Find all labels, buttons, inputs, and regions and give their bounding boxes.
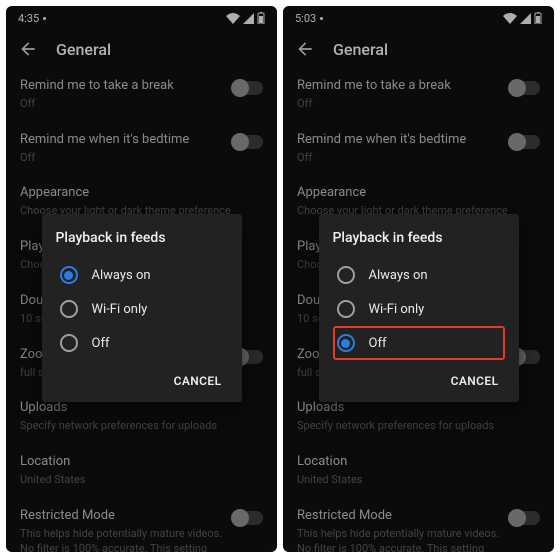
cancel-button[interactable]: CANCEL (168, 370, 228, 392)
dialog-title: Playback in feeds (56, 230, 228, 246)
phone-screen-right: 5:03 General Remind me to take a breakOf… (283, 6, 554, 552)
dialog-title: Playback in feeds (333, 230, 505, 246)
radio-label: Always on (92, 268, 151, 283)
radio-option-wifi[interactable]: Wi-Fi only (333, 292, 505, 326)
radio-icon (60, 266, 78, 284)
radio-option-always[interactable]: Always on (333, 258, 505, 292)
radio-option-wifi[interactable]: Wi-Fi only (56, 292, 228, 326)
radio-label: Always on (369, 268, 428, 283)
phone-screen-left: 4:35 General Remind me to take a breakOf… (6, 6, 277, 552)
radio-option-always[interactable]: Always on (56, 258, 228, 292)
radio-icon (337, 300, 355, 318)
radio-icon (60, 334, 78, 352)
radio-label: Wi-Fi only (92, 302, 148, 317)
radio-icon (60, 300, 78, 318)
radio-option-off[interactable]: Off (333, 326, 505, 360)
two-screen-comparison: 4:35 General Remind me to take a breakOf… (0, 0, 560, 558)
radio-icon (337, 334, 355, 352)
radio-label: Off (92, 336, 110, 351)
cancel-button[interactable]: CANCEL (445, 370, 505, 392)
radio-label: Off (369, 336, 387, 351)
radio-label: Wi-Fi only (369, 302, 425, 317)
radio-option-off[interactable]: Off (56, 326, 228, 360)
playback-dialog: Playback in feeds Always on Wi-Fi only O… (319, 214, 519, 402)
playback-dialog: Playback in feeds Always on Wi-Fi only O… (42, 214, 242, 402)
radio-icon (337, 266, 355, 284)
